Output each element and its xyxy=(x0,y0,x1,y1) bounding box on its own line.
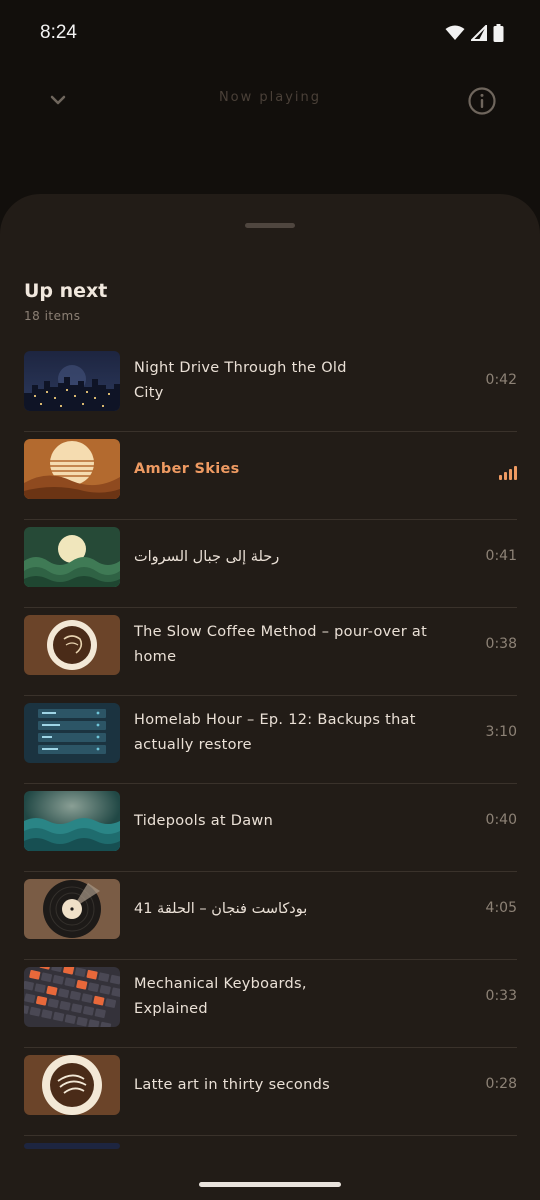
item-title: Night Drive Through the Old City xyxy=(134,360,347,401)
queue-item[interactable]: Tidepools at Dawn 0:40 xyxy=(24,784,517,872)
desert-sunset-thumbnail xyxy=(24,439,120,499)
item-title: Homelab Hour – Ep. 12: Backups that actu… xyxy=(134,712,416,753)
queue-item[interactable]: The Slow Coffee Method – pour-over at ho… xyxy=(24,608,517,696)
status-icons xyxy=(445,24,504,42)
queue-item[interactable]: Night Drive Through the Old City 0:42 xyxy=(24,344,517,432)
item-title: بودكاست فنجان – الحلقة 41 xyxy=(134,900,308,917)
coffee-cup-thumbnail xyxy=(24,615,120,675)
sheet-title: Up next xyxy=(24,280,108,302)
item-duration: 0:33 xyxy=(485,988,517,1004)
item-title: Latte art in thirty seconds xyxy=(134,1076,330,1093)
item-duration: 3:10 xyxy=(485,724,517,740)
item-duration: 0:42 xyxy=(485,372,517,388)
status-time: 8:24 xyxy=(40,22,77,43)
vinyl-record-thumbnail xyxy=(24,879,120,939)
latte-art-thumbnail xyxy=(24,1055,120,1115)
keyboard-thumbnail xyxy=(24,967,120,1027)
server-rack-thumbnail xyxy=(24,703,120,763)
item-title: Amber Skies xyxy=(134,460,240,477)
item-duration: 0:38 xyxy=(485,636,517,652)
item-duration: 4:05 xyxy=(485,900,517,916)
player-top-bar: Now playing xyxy=(0,68,540,132)
item-title: رحلة إلى جبال السروات xyxy=(134,548,280,565)
queue-item[interactable]: رحلة إلى جبال السروات 0:41 xyxy=(24,520,517,608)
drag-handle[interactable] xyxy=(245,223,295,228)
info-icon[interactable] xyxy=(466,85,498,117)
battery-icon xyxy=(493,24,504,42)
queue-item[interactable]: بودكاست فنجان – الحلقة 41 4:05 xyxy=(24,872,517,960)
gesture-bar[interactable] xyxy=(199,1182,341,1187)
item-title: Mechanical Keyboards, Explained xyxy=(134,976,307,1017)
item-duration: 0:40 xyxy=(485,812,517,828)
cell-signal-icon xyxy=(471,25,487,41)
item-title: Tidepools at Dawn xyxy=(134,812,274,829)
sea-waves-thumbnail xyxy=(24,791,120,851)
queue-list: Night Drive Through the Old City 0:42 Am… xyxy=(24,344,517,1200)
up-next-sheet: Up next 18 items Night Drive Through the… xyxy=(0,194,540,1200)
queue-count: 18 items xyxy=(24,309,81,323)
queue-item[interactable]: Latte art in thirty seconds 0:28 xyxy=(24,1048,517,1136)
page-title: Now playing xyxy=(218,90,322,105)
green-hills-moon-thumbnail xyxy=(24,527,120,587)
now-playing-equalizer-icon xyxy=(499,466,517,480)
queue-item-now-playing[interactable]: Amber Skies xyxy=(24,432,517,520)
wifi-icon xyxy=(445,25,465,40)
status-bar: 8:24 xyxy=(0,0,540,68)
city-night-thumbnail xyxy=(24,351,120,411)
queue-item-partial[interactable] xyxy=(24,1136,517,1200)
item-title: The Slow Coffee Method – pour-over at ho… xyxy=(134,624,428,665)
item-duration: 0:28 xyxy=(485,1076,517,1092)
item-duration: 0:41 xyxy=(485,548,517,564)
queue-item[interactable]: Mechanical Keyboards, Explained 0:33 xyxy=(24,960,517,1048)
next-item-thumbnail xyxy=(24,1143,120,1149)
queue-item[interactable]: Homelab Hour – Ep. 12: Backups that actu… xyxy=(24,696,517,784)
